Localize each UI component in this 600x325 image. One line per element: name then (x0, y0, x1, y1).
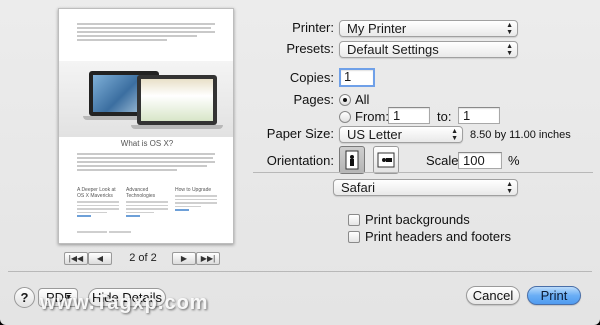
preview-heading: What is OS X? (120, 139, 174, 148)
preview-column: Advanced Technologies (126, 187, 168, 217)
printer-popup[interactable]: My Printer ▲ ▼ (339, 20, 518, 37)
presets-label: Presets: (286, 41, 334, 56)
chevron-down-icon: ▼ (65, 294, 72, 301)
pages-to-field[interactable]: 1 (458, 107, 500, 124)
pages-all-label: All (355, 92, 370, 107)
pages-label: Pages: (293, 92, 334, 107)
scale-label: Scale: (426, 153, 463, 168)
pdf-menu-button[interactable]: PDF ▼ (38, 288, 78, 307)
orientation-label: Orientation: (266, 153, 334, 168)
section-popup[interactable]: Safari ▲ ▼ (333, 179, 518, 196)
preview-footer-link (109, 231, 131, 233)
pages-from-radio[interactable] (339, 111, 351, 123)
paper-size-popup[interactable]: US Letter ▲ ▼ (339, 126, 463, 143)
page-preview: What is OS X? A Deeper Look at OS X Mave… (58, 8, 234, 244)
presets-value: Default Settings (347, 42, 439, 57)
pages-to-label: to: (437, 109, 452, 124)
paper-size-label: Paper Size: (266, 126, 334, 141)
previous-page-icon[interactable]: ◀ (88, 252, 112, 265)
hide-details-button[interactable]: Hide Details (88, 288, 166, 307)
paper-size-value: US Letter (347, 127, 402, 142)
landscape-orientation-button[interactable] (373, 146, 399, 174)
preview-column: A Deeper Look at OS X Mavericks (77, 187, 119, 217)
print-backgrounds-label: Print backgrounds (365, 212, 470, 227)
page-counter: 2 of 2 (129, 252, 157, 264)
print-backgrounds-checkbox[interactable] (348, 214, 360, 226)
popup-arrows-icon: ▲ ▼ (506, 181, 513, 195)
printer-value: My Printer (347, 21, 407, 36)
scale-unit: % (508, 153, 520, 168)
pages-all-radio[interactable] (339, 94, 351, 106)
pages-from-label: From: (355, 109, 389, 124)
print-headers-footers-label: Print headers and footers (365, 229, 511, 244)
print-headers-footers-checkbox[interactable] (348, 231, 360, 243)
popup-arrows-icon: ▲ ▼ (506, 22, 513, 36)
next-page-icon[interactable]: ▶ (172, 252, 196, 265)
popup-arrows-icon: ▲ ▼ (451, 128, 458, 142)
print-button[interactable]: Print (527, 286, 581, 305)
first-page-icon[interactable]: |◀◀ (64, 252, 88, 265)
paper-dimensions: 8.50 by 11.00 inches (470, 129, 571, 141)
pages-from-field[interactable]: 1 (388, 107, 430, 124)
preview-intro-text (77, 23, 217, 43)
portrait-icon (345, 150, 359, 170)
print-dialog: What is OS X? A Deeper Look at OS X Mave… (0, 0, 600, 325)
last-page-icon[interactable]: ▶▶| (196, 252, 220, 265)
scale-field[interactable]: 100 (458, 152, 502, 169)
preview-column: How to Upgrade (175, 187, 217, 217)
printer-label: Printer: (292, 20, 334, 35)
separator (253, 172, 593, 173)
footer-separator (8, 271, 592, 272)
preview-body-text (77, 153, 217, 173)
preview-laptop-image (59, 61, 233, 137)
copies-field[interactable]: 1 (339, 68, 375, 87)
presets-popup[interactable]: Default Settings ▲ ▼ (339, 41, 518, 58)
section-value: Safari (341, 180, 375, 195)
landscape-icon (377, 152, 395, 168)
portrait-orientation-button[interactable] (339, 146, 365, 174)
preview-footer-text (77, 231, 107, 233)
copies-label: Copies: (289, 70, 334, 85)
popup-arrows-icon: ▲ ▼ (506, 43, 513, 57)
help-button[interactable]: ? (14, 287, 35, 308)
cancel-button[interactable]: Cancel (466, 286, 520, 305)
